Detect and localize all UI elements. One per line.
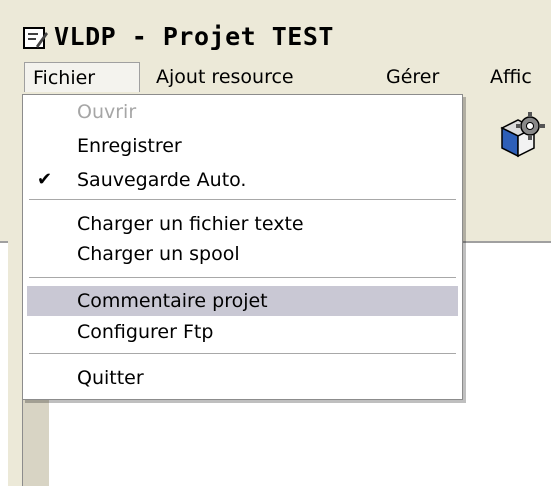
menu-item-label: Charger un spool	[77, 243, 240, 265]
checkmark-icon: ✔	[37, 169, 53, 190]
menu-item-configurer-ftp[interactable]: Configurer Ftp	[27, 317, 458, 347]
title-bar: VLDP - Projet TEST	[0, 0, 551, 62]
menu-separator	[29, 277, 456, 279]
menu-item-ouvrir[interactable]: Ouvrir	[27, 97, 458, 127]
window-title: VLDP - Projet TEST	[54, 22, 334, 51]
menu-item-sauvegarde-auto[interactable]: ✔ Sauvegarde Auto.	[27, 165, 458, 195]
menu-item-label: Commentaire projet	[77, 290, 268, 312]
menu-item-enregistrer[interactable]: Enregistrer	[27, 131, 458, 161]
menu-separator	[29, 353, 456, 355]
menu-item-label: Charger un fichier texte	[77, 213, 304, 235]
menu-affichage[interactable]: Affic	[482, 62, 540, 92]
menu-separator	[29, 199, 456, 201]
menu-fichier[interactable]: Fichier	[24, 62, 140, 92]
menu-gerer[interactable]: Gérer	[378, 62, 447, 92]
menu-item-quitter[interactable]: Quitter	[27, 363, 458, 393]
document-edit-icon	[23, 27, 48, 49]
fichier-dropdown-menu: Ouvrir Enregistrer ✔ Sauvegarde Auto. Ch…	[22, 94, 463, 400]
menu-item-label: Configurer Ftp	[77, 321, 214, 343]
menu-bar: Fichier Ajout resource Gérer Affic	[0, 62, 551, 94]
menu-ajout-resource[interactable]: Ajout resource	[148, 62, 302, 92]
menu-item-commentaire-projet[interactable]: Commentaire projet	[27, 286, 458, 316]
menu-item-label: Quitter	[77, 367, 144, 389]
left-panel-inner	[22, 394, 49, 486]
gear-cube-icon[interactable]	[484, 104, 551, 162]
menu-item-charger-spool[interactable]: Charger un spool	[27, 239, 458, 269]
menu-item-label: Enregistrer	[77, 135, 182, 157]
menu-item-label: Ouvrir	[77, 101, 137, 123]
menu-item-label: Sauvegarde Auto.	[77, 169, 247, 191]
menu-item-charger-fichier-texte[interactable]: Charger un fichier texte	[27, 209, 458, 239]
